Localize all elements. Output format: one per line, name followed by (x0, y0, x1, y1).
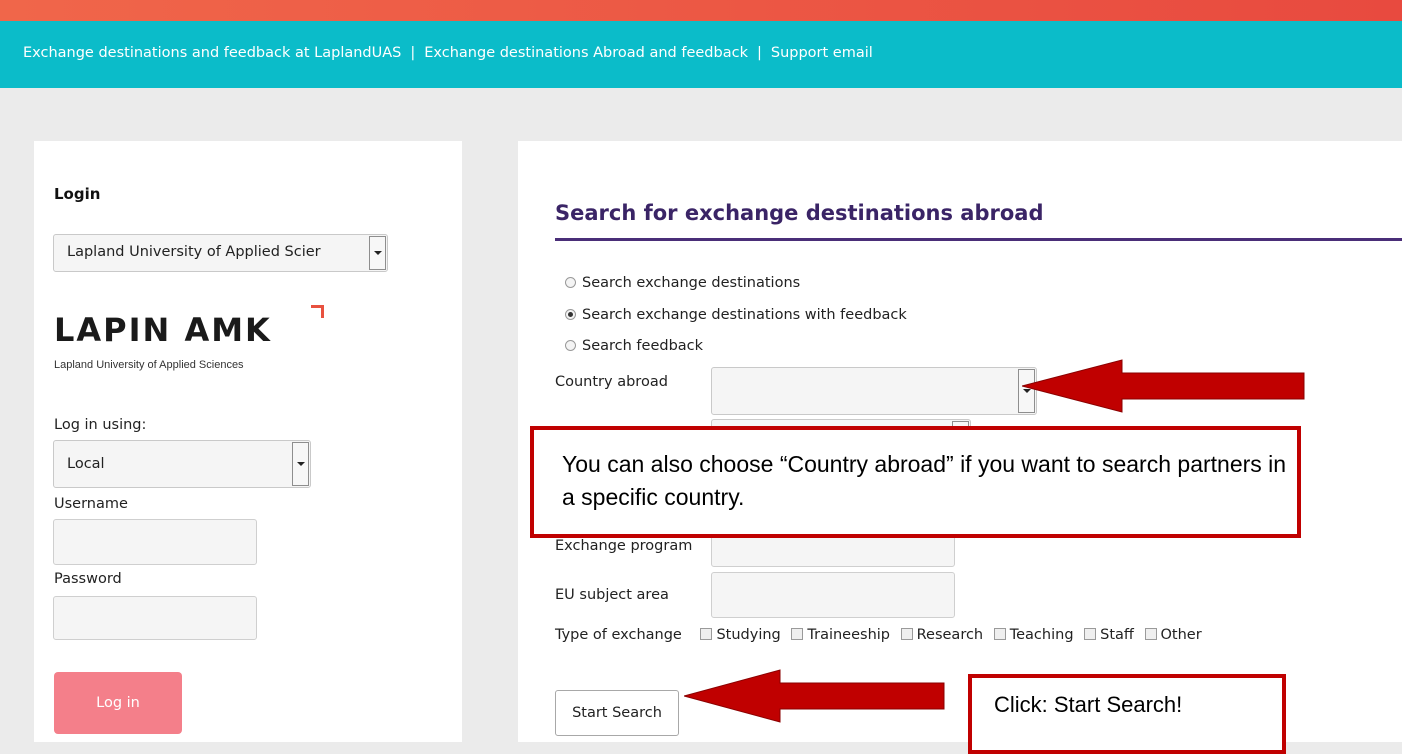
arrow-left-icon (1022, 359, 1305, 413)
country-abroad-select[interactable] (711, 367, 1037, 415)
top-accent-stripe (0, 0, 1402, 21)
password-label: Password (54, 571, 122, 587)
checkbox[interactable] (791, 628, 804, 640)
checkbox[interactable] (900, 628, 913, 640)
radio-button[interactable] (565, 340, 576, 351)
checkbox-label: Traineeship (807, 627, 890, 643)
password-input[interactable] (53, 596, 257, 640)
checkbox-label: Staff (1100, 627, 1134, 643)
checkbox-label: Other (1160, 627, 1202, 643)
radio-button[interactable] (565, 277, 576, 288)
checkbox-studying[interactable]: Studying (700, 627, 781, 643)
nav-separator: | (410, 45, 416, 61)
start-search-button[interactable]: Start Search (555, 690, 679, 736)
organization-select[interactable]: Lapland University of Applied Scier (53, 234, 388, 272)
login-button[interactable]: Log in (54, 672, 182, 734)
login-method-label: Log in using: (54, 417, 147, 433)
checkbox-teaching[interactable]: Teaching (993, 627, 1074, 643)
chevron-down-icon (369, 236, 386, 270)
radio-search-destinations-feedback[interactable]: Search exchange destinations with feedba… (565, 307, 907, 323)
radio-search-feedback[interactable]: Search feedback (565, 338, 703, 354)
login-title: Login (54, 185, 101, 203)
callout-start-search: Click: Start Search! (968, 674, 1286, 754)
callout-country-abroad: You can also choose “Country abroad” if … (530, 426, 1301, 538)
nav-link-abroad[interactable]: Exchange destinations Abroad and feedbac… (424, 45, 748, 61)
radio-label: Search exchange destinations (582, 275, 801, 291)
nav-links: Exchange destinations and feedback at La… (23, 45, 873, 61)
top-navbar: Exchange destinations and feedback at La… (0, 21, 1402, 88)
checkbox-label: Teaching (1009, 627, 1074, 643)
title-divider (555, 238, 1402, 241)
radio-search-destinations[interactable]: Search exchange destinations (565, 275, 800, 291)
login-panel: Login Lapland University of Applied Scie… (34, 141, 462, 742)
eu-subject-area-label: EU subject area (555, 587, 669, 603)
arrow-left-icon (684, 669, 945, 723)
checkbox-research[interactable]: Research (900, 627, 984, 643)
checkbox[interactable] (1144, 628, 1157, 640)
checkbox-label: Research (916, 627, 984, 643)
radio-button-selected[interactable] (565, 309, 576, 320)
username-label: Username (54, 496, 128, 512)
username-input[interactable] (53, 519, 257, 565)
chevron-down-icon (292, 442, 309, 486)
checkbox[interactable] (993, 628, 1006, 640)
lapin-amk-logo: LAPIN AMK (54, 311, 272, 349)
page-title: Search for exchange destinations abroad (555, 201, 1044, 225)
exchange-program-label: Exchange program (555, 538, 693, 554)
nav-link-support-email[interactable]: Support email (771, 45, 873, 61)
checkbox[interactable] (1084, 628, 1097, 640)
type-of-exchange-row: Type of exchange Studying Traineeship Re… (555, 627, 1208, 643)
logo-subtitle: Lapland University of Applied Sciences (54, 359, 244, 371)
radio-label: Search feedback (582, 338, 704, 354)
checkbox-traineeship[interactable]: Traineeship (791, 627, 890, 643)
checkbox[interactable] (700, 628, 713, 640)
eu-subject-area-input[interactable] (711, 572, 955, 618)
nav-separator: | (756, 45, 762, 61)
checkbox-staff[interactable]: Staff (1084, 627, 1134, 643)
nav-link-laplanduas[interactable]: Exchange destinations and feedback at La… (23, 45, 401, 61)
type-of-exchange-label: Type of exchange (555, 627, 682, 643)
organization-select-value: Lapland University of Applied Scier (67, 244, 321, 260)
logo-corner-mark (311, 305, 324, 318)
radio-label: Search exchange destinations with feedba… (582, 307, 907, 323)
login-method-select[interactable]: Local (53, 440, 311, 488)
checkbox-other[interactable]: Other (1144, 627, 1202, 643)
country-abroad-label: Country abroad (555, 374, 668, 390)
login-method-value: Local (67, 456, 105, 472)
checkbox-label: Studying (716, 627, 781, 643)
